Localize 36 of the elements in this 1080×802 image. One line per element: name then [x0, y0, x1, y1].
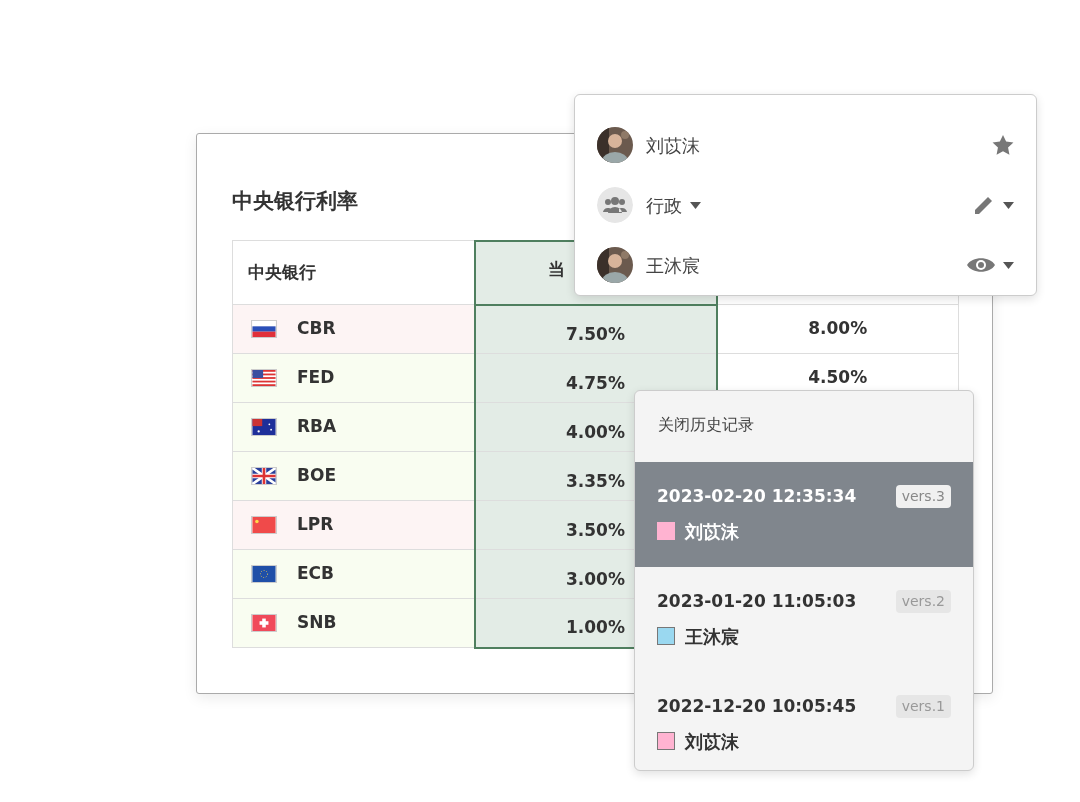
flag-icon [251, 369, 277, 388]
table-cell: 7.50% [474, 304, 717, 354]
bank-code: RBA [297, 416, 337, 437]
star-icon [992, 135, 1014, 155]
user-name: 刘苡沫 [646, 133, 700, 158]
caret-icon [690, 201, 701, 209]
pencil-icon [973, 194, 995, 216]
bank-code: ECB [297, 563, 335, 584]
bank-code: CBR [297, 318, 336, 339]
user-name: 王沐宸 [646, 253, 700, 278]
version-tag: vers.1 [895, 695, 951, 719]
card-title: 中央银行利率 [232, 188, 358, 215]
permission-dropdown[interactable] [973, 194, 1014, 216]
bank-code: SNB [297, 612, 337, 633]
flag-icon [251, 320, 277, 339]
group-icon [597, 187, 633, 223]
bank-code: FED [297, 367, 335, 388]
flag-icon [251, 418, 277, 437]
flag-icon [251, 614, 277, 633]
version-tag: vers.2 [895, 590, 951, 614]
version-tag: vers.3 [895, 485, 951, 509]
history-item[interactable]: 2023-02-20 12:35:34 vers.3 刘苡沫 [635, 462, 973, 567]
author-name: 刘苡沫 [685, 730, 739, 752]
flag-icon [251, 565, 277, 584]
flag-icon [251, 516, 277, 535]
caret-icon [1003, 201, 1014, 209]
flag-icon [251, 467, 277, 486]
table-cell: 8.00% [716, 304, 959, 354]
timestamp: 2022-12-20 10:05:45 [657, 695, 857, 718]
bank-code: BOE [297, 465, 337, 486]
bank-code: LPR [297, 514, 334, 535]
eye-icon [967, 256, 995, 274]
history-item[interactable]: 2022-12-20 10:05:45 vers.1 刘苡沫 [635, 672, 973, 770]
permission-dropdown[interactable] [967, 256, 1014, 274]
user-name: 行政 [646, 193, 682, 218]
caret-icon [1003, 261, 1014, 269]
